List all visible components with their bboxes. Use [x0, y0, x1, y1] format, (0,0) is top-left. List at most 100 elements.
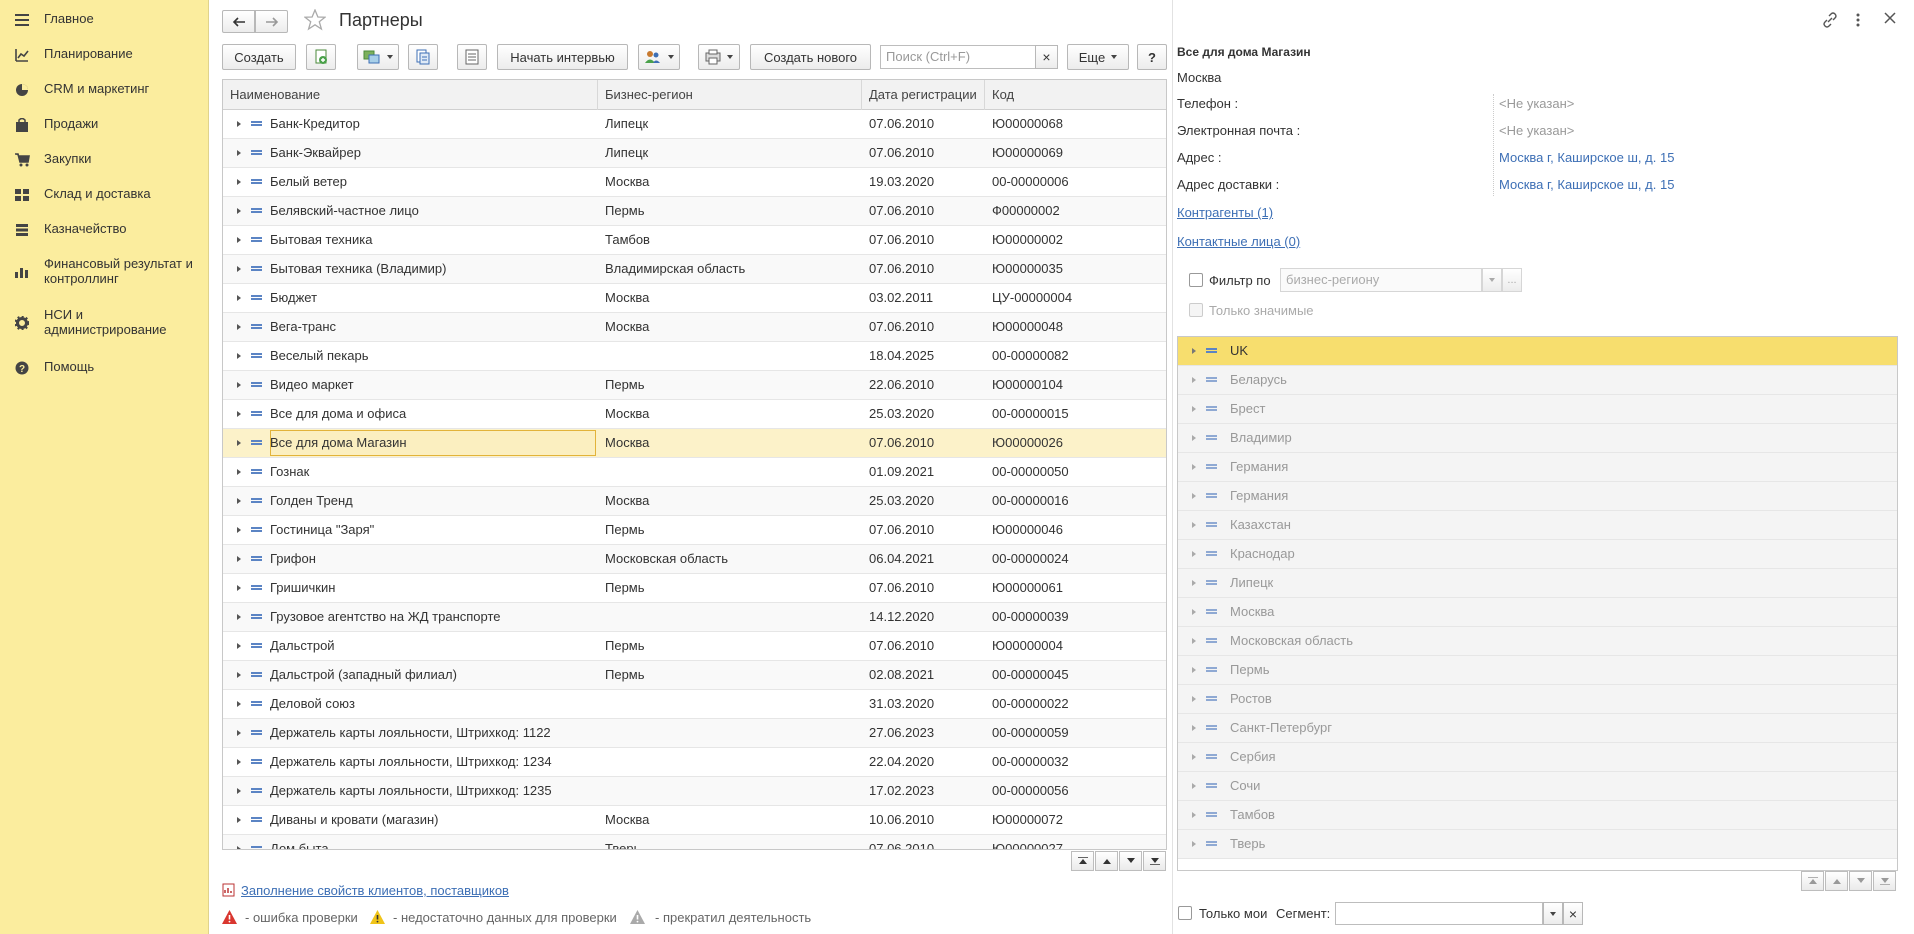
- region-list-item[interactable]: Владимир: [1178, 424, 1897, 453]
- table-row[interactable]: Гришичкин Пермь 07.06.2010 Ю00000061: [223, 574, 1166, 603]
- expand-arrow-icon[interactable]: [1192, 696, 1196, 702]
- expand-arrow-icon[interactable]: [237, 585, 241, 591]
- filter-select[interactable]: бизнес-региону: [1280, 268, 1482, 292]
- expand-arrow-icon[interactable]: [1192, 493, 1196, 499]
- expand-arrow-icon[interactable]: [237, 440, 241, 446]
- delivery-address-value[interactable]: Москва г, Каширское ш, д. 15: [1499, 177, 1674, 192]
- only-significant-checkbox[interactable]: [1189, 303, 1203, 317]
- search-clear-button[interactable]: ×: [1035, 45, 1058, 69]
- users-menu-button[interactable]: [638, 44, 680, 70]
- forward-button[interactable]: [255, 10, 288, 33]
- expand-arrow-icon[interactable]: [237, 498, 241, 504]
- expand-arrow-icon[interactable]: [1192, 522, 1196, 528]
- sidebar-item-crm[interactable]: CRM и маркетинг: [0, 81, 159, 98]
- table-row[interactable]: Грифон Московская область 06.04.2021 00-000…: [223, 545, 1166, 574]
- expand-arrow-icon[interactable]: [237, 672, 241, 678]
- column-header-name[interactable]: Наименование: [223, 80, 598, 110]
- filter-choose-button[interactable]: ...: [1502, 268, 1522, 292]
- table-row[interactable]: Держатель карты лояльности, Штрихкод: 12…: [223, 748, 1166, 777]
- expand-arrow-icon[interactable]: [1192, 580, 1196, 586]
- region-list-item[interactable]: Тамбов: [1178, 801, 1897, 830]
- close-icon[interactable]: [1884, 12, 1896, 27]
- expand-arrow-icon[interactable]: [237, 817, 241, 823]
- expand-arrow-icon[interactable]: [237, 208, 241, 214]
- expand-arrow-icon[interactable]: [237, 411, 241, 417]
- table-row[interactable]: Дальстрой (западный филиал) Пермь 02.08.20…: [223, 661, 1166, 690]
- table-row[interactable]: Держатель карты лояльности, Штрихкод: 12…: [223, 777, 1166, 806]
- expand-arrow-icon[interactable]: [237, 846, 241, 849]
- sidebar-item-admin[interactable]: НСИ и администрирование: [0, 307, 209, 337]
- expand-arrow-icon[interactable]: [237, 469, 241, 475]
- favorite-star-icon[interactable]: [303, 8, 327, 34]
- column-header-code[interactable]: Код: [985, 80, 1166, 110]
- table-row[interactable]: Вега-транс Москва 07.06.2010 Ю00000048: [223, 313, 1166, 342]
- region-scroll-top-button[interactable]: [1801, 871, 1824, 891]
- expand-arrow-icon[interactable]: [237, 643, 241, 649]
- region-list-item[interactable]: Ростов: [1178, 685, 1897, 714]
- expand-arrow-icon[interactable]: [1192, 812, 1196, 818]
- region-list-item[interactable]: Сербия: [1178, 743, 1897, 772]
- table-row[interactable]: Дальстрой Пермь 07.06.2010 Ю00000004: [223, 632, 1166, 661]
- only-mine-checkbox[interactable]: [1178, 906, 1192, 920]
- table-row[interactable]: Белявский-частное лицо Пермь 07.06.2010 Ф00…: [223, 197, 1166, 226]
- filter-dropdown-button[interactable]: [1482, 268, 1502, 292]
- link-icon[interactable]: [1822, 12, 1838, 31]
- expand-arrow-icon[interactable]: [1192, 377, 1196, 383]
- start-interview-button[interactable]: Начать интервью: [497, 44, 628, 70]
- sidebar-item-main[interactable]: Главное: [0, 11, 104, 28]
- table-row[interactable]: Видео маркет Пермь 22.06.2010 Ю00000104: [223, 371, 1166, 400]
- expand-arrow-icon[interactable]: [1192, 754, 1196, 760]
- region-list-item[interactable]: Германия: [1178, 453, 1897, 482]
- expand-arrow-icon[interactable]: [237, 237, 241, 243]
- address-value[interactable]: Москва г, Каширское ш, д. 15: [1499, 150, 1674, 165]
- expand-arrow-icon[interactable]: [237, 614, 241, 620]
- scroll-up-button[interactable]: [1095, 851, 1118, 871]
- table-row[interactable]: Держатель карты лояльности, Штрихкод: 11…: [223, 719, 1166, 748]
- table-row[interactable]: Диваны и кровати (магазин) Москва 10.06.20…: [223, 806, 1166, 835]
- expand-arrow-icon[interactable]: [1192, 783, 1196, 789]
- table-row[interactable]: Гостиница "Заря" Пермь 07.06.2010 Ю00000046: [223, 516, 1166, 545]
- create-new-button[interactable]: Создать нового: [750, 44, 871, 70]
- region-list-item[interactable]: Липецк: [1178, 569, 1897, 598]
- expand-arrow-icon[interactable]: [1192, 435, 1196, 441]
- expand-arrow-icon[interactable]: [237, 759, 241, 765]
- segment-dropdown-button[interactable]: [1543, 902, 1563, 925]
- more-vertical-icon[interactable]: [1855, 12, 1861, 31]
- table-row[interactable]: Деловой союз 31.03.2020 00-00000022: [223, 690, 1166, 719]
- expand-arrow-icon[interactable]: [1192, 406, 1196, 412]
- table-row[interactable]: Все для дома и офиса Москва 25.03.2020 00-0…: [223, 400, 1166, 429]
- region-list-item[interactable]: Беларусь: [1178, 366, 1897, 395]
- region-list-item[interactable]: Краснодар: [1178, 540, 1897, 569]
- scroll-top-button[interactable]: [1071, 851, 1094, 871]
- table-row[interactable]: Дом быта Тверь 07.06.2010 Ю00000027: [223, 835, 1166, 849]
- report-button[interactable]: [457, 44, 487, 70]
- table-row[interactable]: Грузовое агентство на ЖД транспорте 14.12…: [223, 603, 1166, 632]
- region-scroll-bottom-button[interactable]: [1873, 871, 1896, 891]
- table-row[interactable]: Веселый пекарь 18.04.2025 00-00000082: [223, 342, 1166, 371]
- filter-checkbox[interactable]: [1189, 273, 1203, 287]
- sidebar-item-sales[interactable]: Продажи: [0, 116, 108, 133]
- segment-input[interactable]: [1335, 902, 1543, 925]
- expand-arrow-icon[interactable]: [1192, 609, 1196, 615]
- table-row[interactable]: Банк-Эквайрер Липецк 07.06.2010 Ю00000069: [223, 139, 1166, 168]
- region-list-item[interactable]: UK: [1178, 337, 1897, 366]
- expand-arrow-icon[interactable]: [237, 324, 241, 330]
- expand-arrow-icon[interactable]: [237, 788, 241, 794]
- region-list-item[interactable]: Пермь: [1178, 656, 1897, 685]
- create-copy-button[interactable]: [306, 44, 336, 70]
- search-input[interactable]: Поиск (Ctrl+F): [880, 45, 1058, 69]
- region-scroll-up-button[interactable]: [1825, 871, 1848, 891]
- fill-properties-link[interactable]: Заполнение свойств клиентов, поставщиков: [241, 883, 509, 898]
- sidebar-item-help[interactable]: ? Помощь: [0, 359, 104, 376]
- expand-arrow-icon[interactable]: [237, 353, 241, 359]
- table-row[interactable]: Бытовая техника Тамбов 07.06.2010 Ю00000002: [223, 226, 1166, 255]
- column-header-region[interactable]: Бизнес-регион: [598, 80, 862, 110]
- expand-arrow-icon[interactable]: [237, 266, 241, 272]
- expand-arrow-icon[interactable]: [237, 527, 241, 533]
- expand-arrow-icon[interactable]: [237, 730, 241, 736]
- back-button[interactable]: [222, 10, 255, 33]
- expand-arrow-icon[interactable]: [237, 150, 241, 156]
- region-list-item[interactable]: Тверь: [1178, 830, 1897, 859]
- expand-arrow-icon[interactable]: [237, 295, 241, 301]
- sidebar-item-planning[interactable]: Планирование: [0, 46, 143, 63]
